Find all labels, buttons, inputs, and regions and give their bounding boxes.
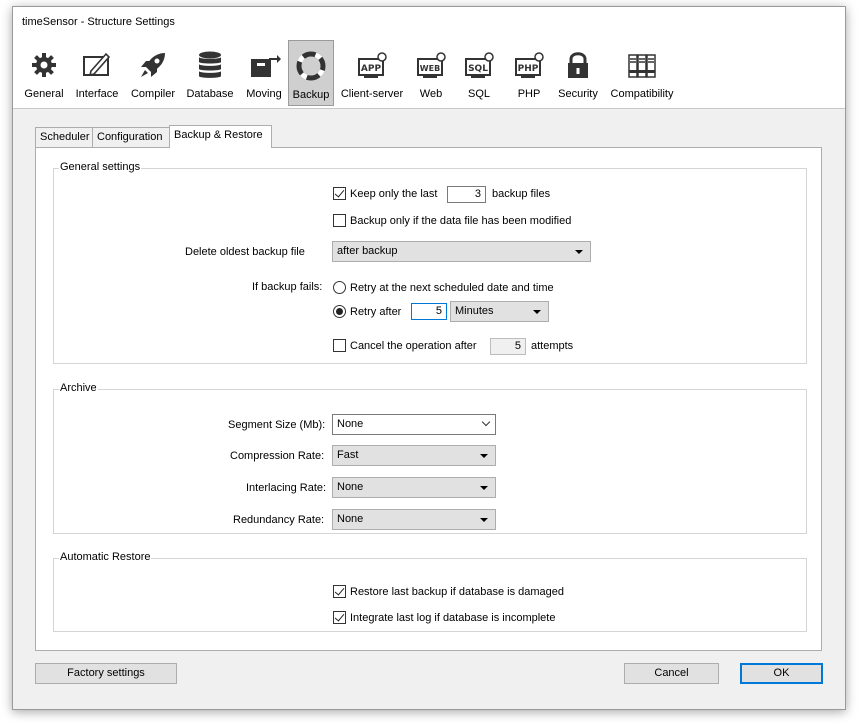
automatic-restore-group: Automatic Restore Restore last backup if…: [53, 551, 807, 632]
compression-rate-select[interactable]: Fast: [332, 445, 496, 466]
if-fails-label: If backup fails:: [252, 281, 323, 293]
toolbar-item-client-server[interactable]: APP Client-server: [337, 40, 407, 106]
cancel-after-checkbox[interactable]: [333, 339, 346, 352]
interlacing-rate-select[interactable]: None: [332, 477, 496, 498]
modified-only-label: Backup only if the data file has been mo…: [350, 215, 572, 227]
tab-configuration[interactable]: Configuration: [92, 127, 170, 147]
keep-last-count-input[interactable]: 3: [447, 186, 486, 203]
toolbar-item-sql[interactable]: SQL SQL: [459, 40, 499, 106]
general-settings-group: General settings Keep only the last 3 ba…: [53, 161, 807, 364]
caret-down-icon: [480, 518, 488, 522]
keep-last-label: Keep only the last: [350, 188, 438, 200]
toolbar-item-backup[interactable]: Backup: [288, 40, 334, 106]
cancel-after-input[interactable]: 5: [490, 338, 526, 355]
compatibility-icon: [624, 48, 660, 82]
archive-group: Archive Segment Size (Mb): None Compress…: [53, 382, 807, 534]
integrate-log-checkbox[interactable]: [333, 611, 346, 624]
delete-oldest-label: Delete oldest backup file: [185, 246, 305, 258]
retry-scheduled-radio[interactable]: [333, 281, 346, 294]
backup-restore-panel: General settings Keep only the last 3 ba…: [35, 147, 822, 651]
modified-only-checkbox[interactable]: [333, 214, 346, 227]
segment-size-select[interactable]: None: [332, 414, 496, 435]
redundancy-rate-select[interactable]: None: [332, 509, 496, 530]
lifebuoy-icon: [293, 49, 329, 83]
ok-button[interactable]: OK: [740, 663, 823, 684]
retry-scheduled-label: Retry at the next scheduled date and tim…: [350, 282, 554, 294]
cancel-after-suffix: attempts: [531, 340, 574, 352]
app-server-icon: APP: [354, 48, 390, 82]
group-title: Archive: [59, 382, 98, 394]
category-toolbar: General Interface Compiler Database Movi…: [13, 37, 845, 109]
svg-text:PHP: PHP: [518, 64, 539, 74]
keep-last-checkbox[interactable]: [333, 187, 346, 200]
title-bar: timeSensor - Structure Settings: [13, 7, 845, 37]
web-server-icon: WEB: [413, 48, 449, 82]
svg-text:SQL: SQL: [468, 64, 488, 74]
retry-after-input[interactable]: 5: [411, 303, 447, 320]
retry-after-label: Retry after: [350, 306, 402, 318]
retry-after-radio[interactable]: [333, 305, 346, 318]
retry-unit-select[interactable]: Minutes: [450, 301, 549, 322]
cancel-after-label: Cancel the operation after: [350, 340, 477, 352]
compression-rate-value: Fast: [337, 449, 359, 461]
moving-icon: [246, 48, 282, 82]
sql-server-icon: SQL: [461, 48, 497, 82]
toolbar-item-database[interactable]: Database: [182, 40, 238, 106]
group-title: General settings: [59, 161, 142, 173]
keep-last-suffix: backup files: [492, 188, 551, 200]
compression-rate-label: Compression Rate:: [230, 450, 325, 462]
integrate-log-label: Integrate last log if database is incomp…: [350, 612, 556, 624]
toolbar-item-web[interactable]: WEB Web: [411, 40, 451, 106]
window-title: timeSensor - Structure Settings: [22, 16, 175, 28]
interlacing-rate-value: None: [337, 481, 364, 493]
interlacing-rate-label: Interlacing Rate:: [246, 482, 327, 494]
redundancy-rate-label: Redundancy Rate:: [233, 514, 325, 526]
group-title: Automatic Restore: [59, 551, 152, 563]
factory-settings-button[interactable]: Factory settings: [35, 663, 177, 684]
toolbar-item-general[interactable]: General: [20, 40, 68, 106]
interface-icon: [79, 48, 115, 82]
toolbar-item-interface[interactable]: Interface: [71, 40, 123, 106]
delete-oldest-value: after backup: [337, 245, 398, 257]
caret-down-icon: [533, 310, 541, 314]
chevron-down-icon: [481, 417, 491, 427]
rocket-icon: [135, 48, 171, 82]
restore-last-label: Restore last backup if database is damag…: [350, 586, 565, 598]
lock-icon: [560, 48, 596, 82]
delete-oldest-select[interactable]: after backup: [332, 241, 591, 262]
caret-down-icon: [480, 454, 488, 458]
gear-icon: [26, 48, 62, 82]
cancel-button[interactable]: Cancel: [624, 663, 719, 684]
segment-size-value: None: [337, 418, 364, 430]
settings-window: timeSensor - Structure Settings General …: [12, 6, 846, 710]
restore-last-checkbox[interactable]: [333, 585, 346, 598]
segment-size-label: Segment Size (Mb):: [228, 419, 326, 431]
tab-scheduler[interactable]: Scheduler: [35, 127, 93, 147]
svg-text:WEB: WEB: [420, 64, 440, 73]
toolbar-item-compatibility[interactable]: Compatibility: [607, 40, 677, 106]
database-icon: [192, 48, 228, 82]
redundancy-rate-value: None: [337, 513, 364, 525]
tab-backup-restore[interactable]: Backup & Restore: [169, 125, 272, 148]
toolbar-item-moving[interactable]: Moving: [240, 40, 288, 106]
toolbar-item-php[interactable]: PHP PHP: [509, 40, 549, 106]
toolbar-item-compiler[interactable]: Compiler: [125, 40, 181, 106]
toolbar-item-security[interactable]: Security: [554, 40, 602, 106]
caret-down-icon: [575, 250, 583, 254]
retry-unit-value: Minutes: [455, 305, 494, 317]
php-server-icon: PHP: [511, 48, 547, 82]
svg-text:APP: APP: [361, 64, 382, 74]
caret-down-icon: [480, 486, 488, 490]
